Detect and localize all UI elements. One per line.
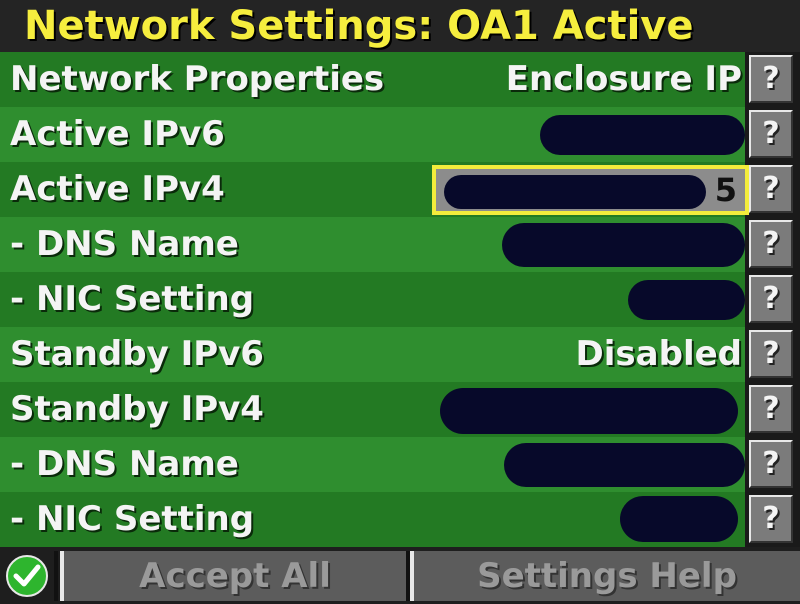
help-button[interactable]: ? [749,55,793,103]
help-button[interactable]: ? [749,330,793,378]
accept-all-button[interactable]: Accept All [60,551,406,601]
row-value: Disabled [575,334,742,374]
settings-list: Network Properties Enclosure IP ? Active… [0,52,800,547]
redacted-value [628,280,745,320]
row-active-ipv6[interactable]: Active IPv6 ? [0,107,800,162]
row-label: Active IPv6 [10,114,225,154]
check-icon[interactable] [6,555,48,597]
row-label: Standby IPv6 [10,334,264,374]
redacted-value [504,443,745,487]
redacted-value [540,115,745,155]
row-label: Network Properties [10,59,385,99]
row-label: - NIC Setting [10,279,255,319]
row-standby-nic-setting[interactable]: - NIC Setting ? [0,492,800,547]
row-label: Standby IPv4 [10,389,264,429]
divider [54,551,58,601]
help-button[interactable]: ? [749,495,793,543]
help-button[interactable]: ? [749,385,793,433]
help-button[interactable]: ? [749,220,793,268]
row-active-dns-name[interactable]: - DNS Name ? [0,217,800,272]
row-value: 5 [714,171,737,209]
selected-value-field[interactable]: 5 [432,165,749,215]
row-active-nic-setting[interactable]: - NIC Setting ? [0,272,800,327]
row-active-ipv4[interactable]: Active IPv4 5 ? [0,162,800,217]
help-button[interactable]: ? [749,440,793,488]
row-network-properties[interactable]: Network Properties Enclosure IP ? [0,52,800,107]
row-label: - DNS Name [10,444,239,484]
row-standby-dns-name[interactable]: - DNS Name ? [0,437,800,492]
row-label: Active IPv4 [10,169,225,209]
row-label: - DNS Name [10,224,239,264]
help-button[interactable]: ? [749,110,793,158]
redacted-value [440,388,738,434]
row-label: - NIC Setting [10,499,255,539]
row-standby-ipv4[interactable]: Standby IPv4 ? [0,382,800,437]
row-value: Enclosure IP [505,59,742,99]
page-title: Network Settings: OA1 Active [0,0,800,52]
oa-lcd-screen: Network Settings: OA1 Active Network Pro… [0,0,800,604]
redacted-value [502,223,745,267]
help-button[interactable]: ? [749,275,793,323]
row-standby-ipv6[interactable]: Standby IPv6 Disabled ? [0,327,800,382]
redacted-value [620,496,738,542]
bottom-action-bar: Accept All Settings Help [0,547,800,604]
help-button[interactable]: ? [749,165,793,213]
settings-help-button[interactable]: Settings Help [410,551,800,601]
redacted-value [444,175,706,209]
